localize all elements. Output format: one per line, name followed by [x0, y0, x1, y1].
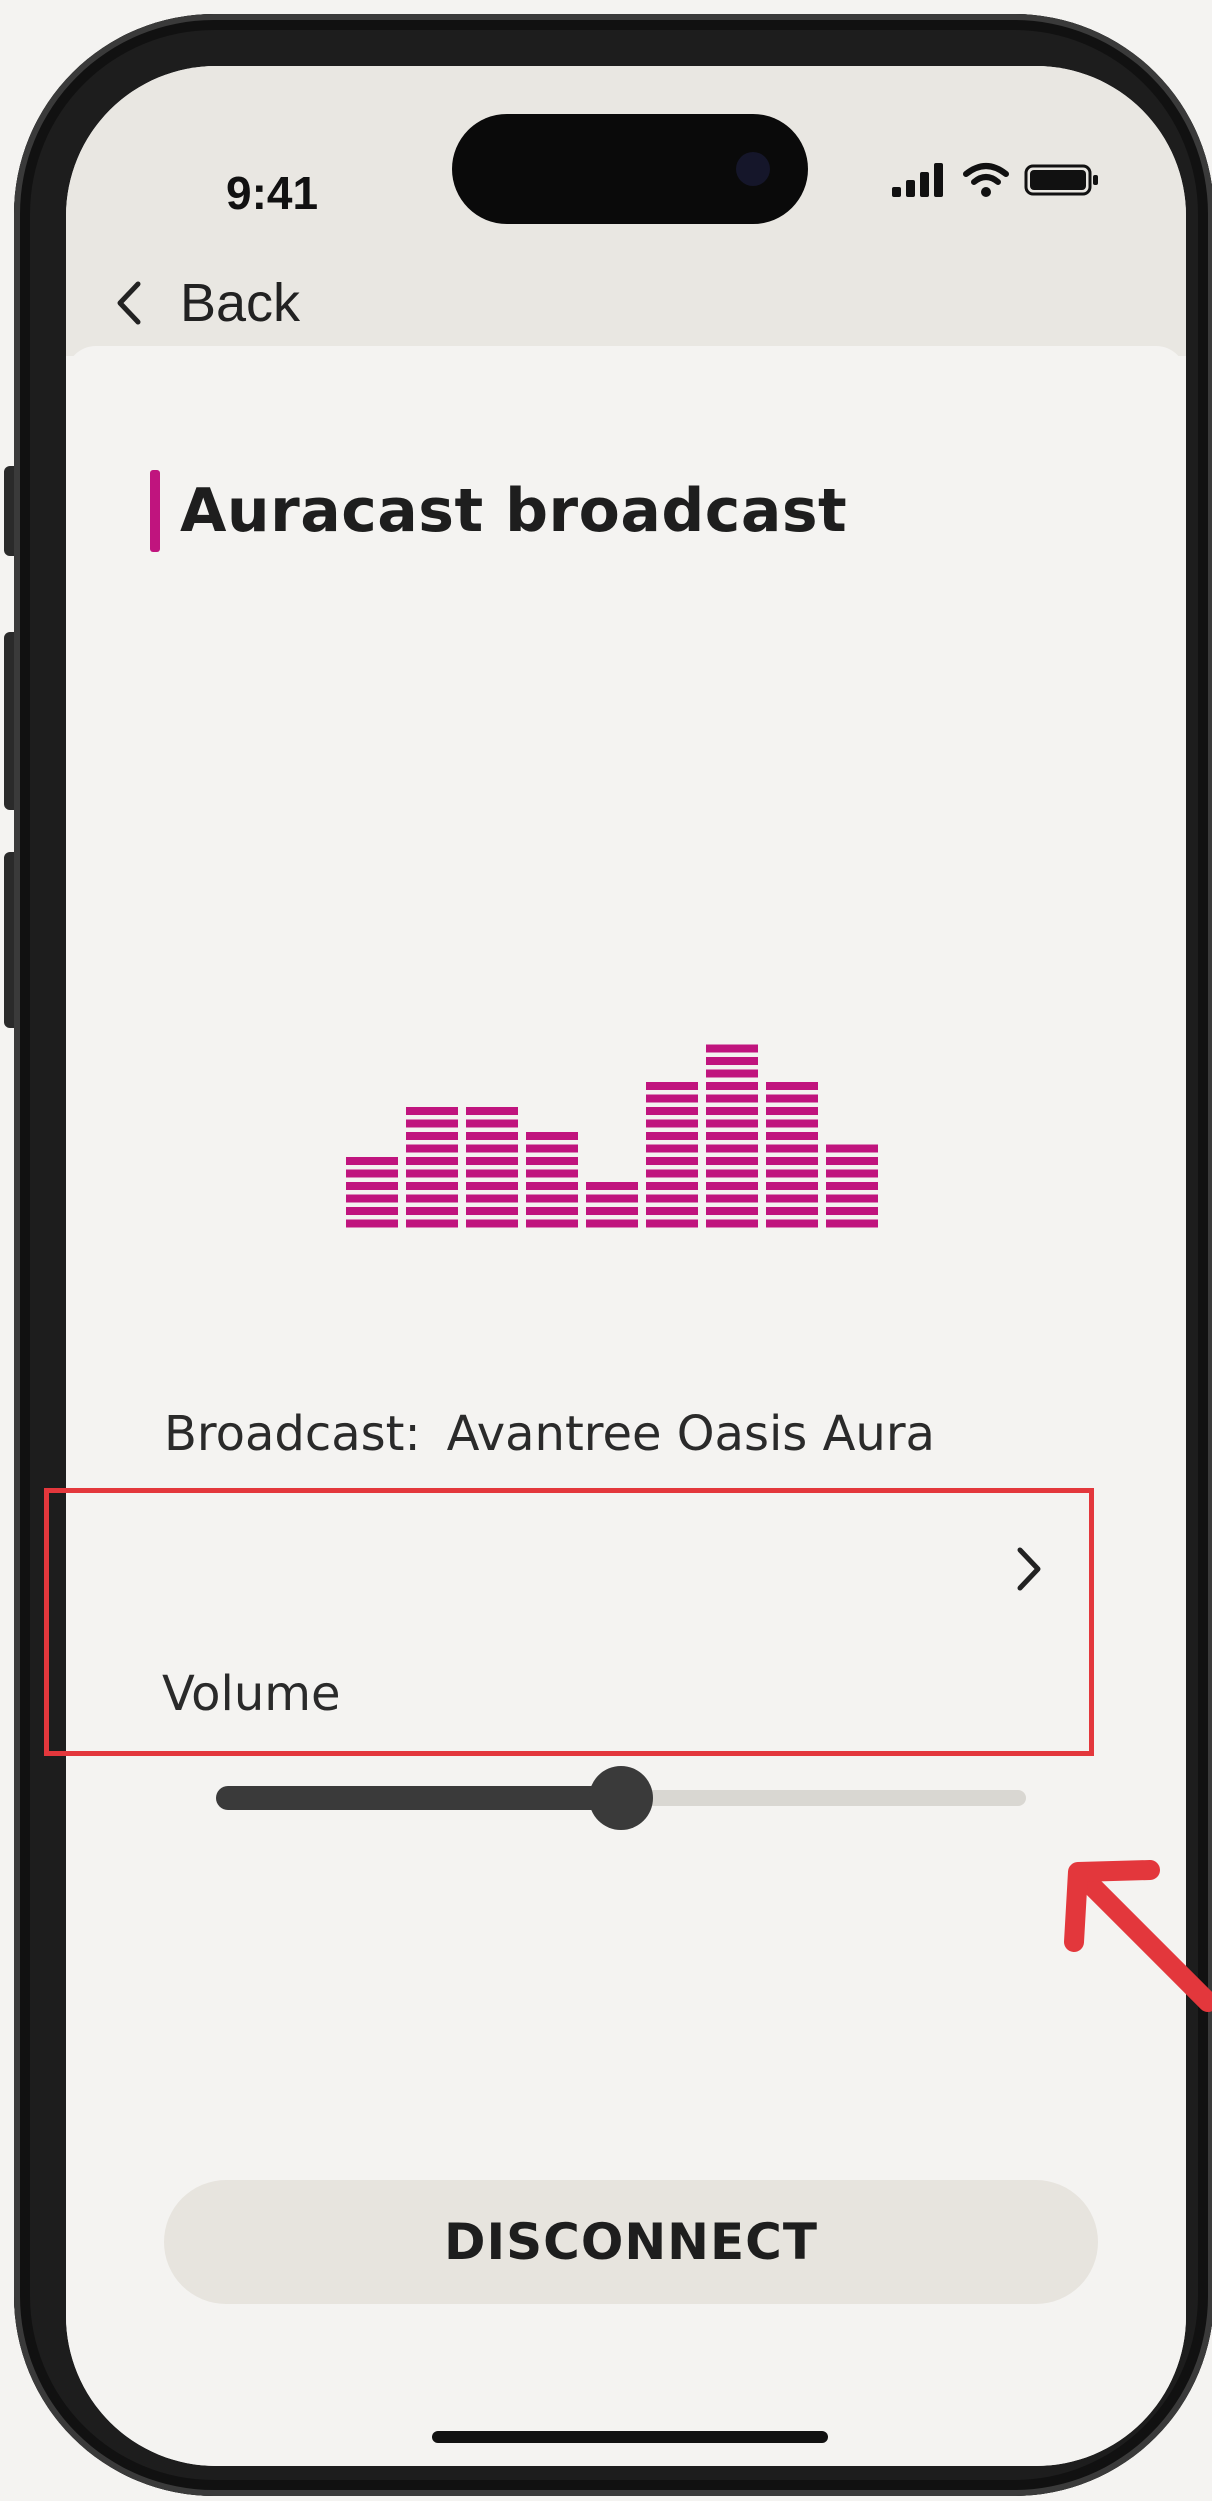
status-icons: [892, 162, 1100, 198]
volume-slider-thumb[interactable]: [589, 1766, 653, 1830]
back-button[interactable]: Back: [114, 272, 300, 334]
red-arrow-icon: [1064, 1860, 1212, 2012]
phone-screen: 9:41 Back Auracast broadcast Broadcast: …: [66, 66, 1186, 2466]
broadcast-value: Avantree Oasis Aura: [446, 1406, 935, 1462]
signal-bars-icon: [892, 163, 943, 197]
home-indicator: [432, 2431, 828, 2443]
volume-slider[interactable]: [216, 1766, 1026, 1830]
status-time: 9:41: [226, 167, 319, 219]
screenshot-stage: 9:41 Back Auracast broadcast Broadcast: …: [0, 0, 1212, 2501]
camera-icon: [736, 152, 770, 186]
page-title: Auracast broadcast: [180, 476, 848, 546]
back-label: Back: [180, 273, 301, 333]
dynamic-island: [452, 114, 808, 224]
chevron-left-icon: [117, 281, 141, 325]
volume-slider-fill: [216, 1786, 621, 1810]
wifi-icon: [963, 163, 1009, 197]
phone-frame: 9:41 Back Auracast broadcast Broadcast: …: [14, 14, 1212, 2496]
disconnect-button[interactable]: DISCONNECT: [164, 2180, 1098, 2304]
broadcast-row: Broadcast: Avantree Oasis Aura: [164, 1406, 935, 1462]
volume-highlight-box: [44, 1488, 1094, 1756]
broadcast-label: Broadcast:: [164, 1406, 421, 1462]
battery-icon: [1024, 164, 1098, 196]
page-title-wrap: Auracast broadcast: [150, 470, 847, 552]
title-accent-bar: [150, 470, 160, 552]
